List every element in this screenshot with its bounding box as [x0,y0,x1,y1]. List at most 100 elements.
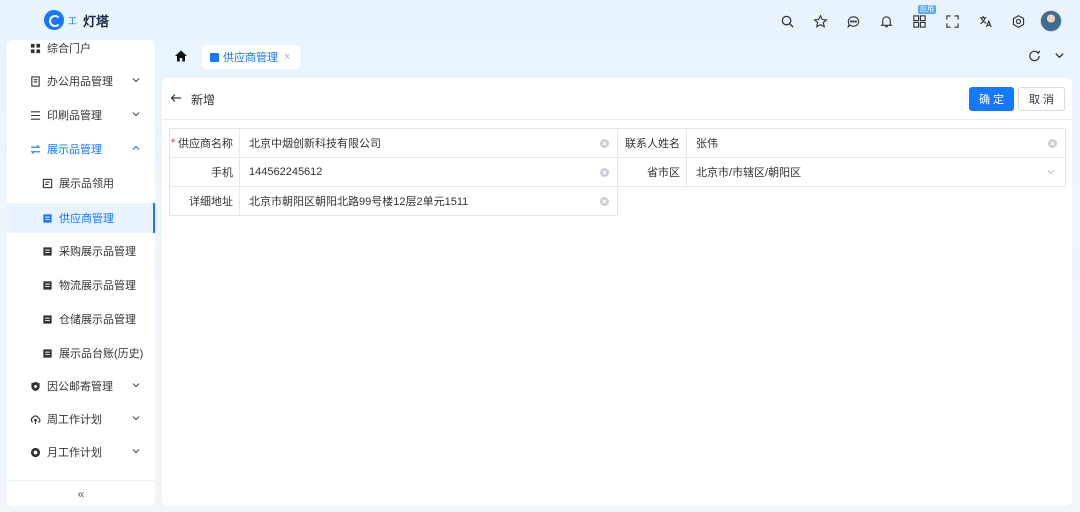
sidebar-item-label: 采购展示品管理 [59,246,136,258]
supplier-name-value: 北京中烟创新科技有限公司 [249,138,381,150]
settings-icon[interactable] [1007,10,1029,32]
page-title: 新增 [191,93,216,107]
region-value: 北京市/市辖区/朝阳区 [696,167,802,179]
phone-input[interactable]: 144562245612 [239,157,618,187]
address-label-text: 详细地址 [189,196,233,208]
search-icon[interactable] [776,10,798,32]
eye-icon [29,446,41,458]
exchange-icon [29,143,41,155]
app-logo[interactable]: 工 灯塔 [44,10,109,30]
supplier-name-label-text: 供应商名称 [178,138,233,150]
sidebar-item-exhibit-ledger[interactable]: 展示品台账(历史) [7,340,155,366]
sidebar: 综合门户 办公用品管理 印刷品管理 展示品管理 展示品领用 供应商管理 采购展示… [7,40,155,506]
star-icon[interactable] [809,10,831,32]
chevron-down-icon [132,78,140,83]
grid-icon [29,42,41,54]
sidebar-item-label: 物流展示品管理 [59,280,136,292]
page-icon [41,347,53,359]
sidebar-item-exhibits[interactable]: 展示品管理 [7,136,155,162]
supplier-name-label: * 供应商名称 [169,128,240,158]
fullscreen-icon[interactable] [941,10,963,32]
sidebar-item-label: 月工作计划 [47,447,102,459]
sidebar-item-official-mail[interactable]: 因公邮寄管理 [7,373,155,399]
region-label-text: 省市区 [647,167,680,179]
contact-name-label: 联系人姓名 [617,128,687,158]
logo-icon [44,10,64,30]
required-marker: * [170,137,175,149]
apps-badge: 应用 [918,5,936,14]
bell-icon[interactable] [875,10,897,32]
sidebar-item-warehouse-exhibits[interactable]: 仓储展示品管理 [7,306,155,332]
tab-supplier-management[interactable]: 供应商管理 × [202,45,301,69]
sidebar-item-label: 供应商管理 [59,213,114,225]
page-icon [41,245,53,257]
sidebar-item-office-supplies[interactable]: 办公用品管理 [7,68,155,94]
user-avatar[interactable] [1040,10,1062,32]
sidebar-item-label: 展示品管理 [47,144,102,156]
phone-label-text: 手机 [211,167,233,179]
sidebar-item-weekly-plan[interactable]: 周工作计划 [7,406,155,432]
list-icon [29,109,41,121]
sidebar-item-label: 展示品台账(历史) [59,348,144,360]
back-arrow-icon[interactable] [170,92,182,104]
contact-name-label-text: 联系人姓名 [625,138,680,150]
sidebar-collapse-button[interactable]: « [7,480,155,506]
region-select[interactable]: 北京市/市辖区/朝阳区 [686,157,1066,187]
sidebar-item-supplier-management[interactable]: 供应商管理 [7,203,155,233]
tab-label: 供应商管理 [223,52,278,64]
form-icon [41,177,53,189]
page-icon [41,212,53,224]
chevron-down-icon [132,416,140,421]
cancel-button[interactable]: 取 消 [1017,87,1065,111]
address-value: 北京市朝阳区朝阳北路99号楼12层2单元1511 [249,196,469,208]
sidebar-item-label: 办公用品管理 [47,76,113,88]
sidebar-item-monthly-plan[interactable]: 月工作计划 [7,439,155,465]
chevron-down-icon[interactable] [1053,49,1066,62]
contact-name-input[interactable]: 张伟 [686,128,1066,158]
cloud-upload-icon [29,413,41,425]
page-icon [41,279,53,291]
translate-icon[interactable] [974,10,996,32]
shield-icon [29,380,41,392]
sidebar-item-label: 仓储展示品管理 [59,314,136,326]
clear-icon[interactable] [600,139,609,148]
address-input[interactable]: 北京市朝阳区朝阳北路99号楼12层2单元1511 [239,186,618,216]
phone-label: 手机 [169,157,240,187]
chevron-up-icon [132,145,140,150]
address-label: 详细地址 [169,186,240,216]
sidebar-item-printed-matter[interactable]: 印刷品管理 [7,102,155,128]
sidebar-item-logistics-exhibits[interactable]: 物流展示品管理 [7,272,155,298]
sidebar-item-purchase-exhibits[interactable]: 采购展示品管理 [7,238,155,264]
home-icon[interactable] [174,49,188,63]
sidebar-item-exhibit-requisition[interactable]: 展示品领用 [7,170,155,196]
apps-icon[interactable]: 应用 [908,5,936,32]
chevron-down-icon [132,383,140,388]
clear-icon[interactable] [1048,139,1057,148]
page-icon [41,313,53,325]
sidebar-item-label: 因公邮寄管理 [47,381,113,393]
region-label: 省市区 [617,157,687,187]
chevron-down-icon [1047,170,1055,175]
logo-text: 灯塔 [83,13,110,29]
close-icon[interactable]: × [284,51,290,63]
sidebar-item-label: 周工作计划 [47,414,102,426]
refresh-icon[interactable] [1028,49,1041,62]
clear-icon[interactable] [600,168,609,177]
message-icon[interactable] [842,10,864,32]
chevron-down-icon [132,449,140,454]
main-panel: 新增 确 定 取 消 * 供应商名称 北京中烟创新科技有限公司 联系人姓名 张伟 … [162,78,1072,506]
contact-name-value: 张伟 [696,138,718,150]
clear-icon[interactable] [600,197,609,206]
sidebar-item-portal[interactable]: 综合门户 [7,40,155,61]
top-bar: 工 灯塔 应用 [0,0,1080,42]
page-icon [210,52,219,62]
sidebar-item-label: 综合门户 [47,43,91,55]
chevron-down-icon [132,112,140,117]
page-header: 新增 确 定 取 消 [162,78,1072,120]
sidebar-item-label: 展示品领用 [59,178,114,190]
supplier-name-input[interactable]: 北京中烟创新科技有限公司 [239,128,618,158]
confirm-button[interactable]: 确 定 [968,87,1014,111]
tab-bar: 供应商管理 × [162,42,1072,72]
sidebar-item-label: 印刷品管理 [47,110,102,122]
document-icon [29,75,41,87]
